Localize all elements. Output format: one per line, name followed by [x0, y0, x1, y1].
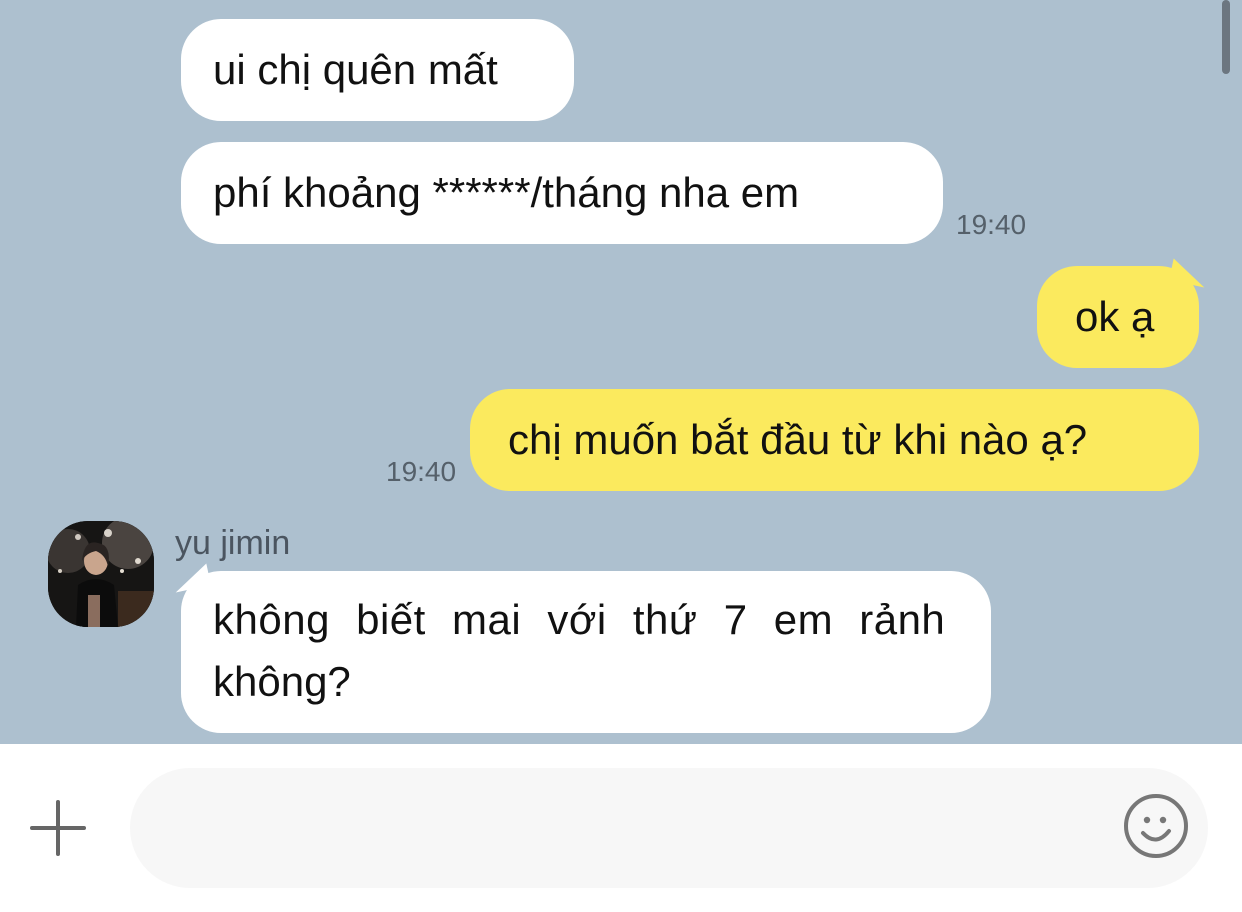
message-input[interactable]: [130, 768, 1208, 888]
message-bubble-incoming[interactable]: phí khoảng ******/tháng nha em: [181, 142, 943, 244]
message-time: 19:40: [386, 456, 457, 487]
sender-name: yu jimin: [175, 524, 291, 562]
avatar[interactable]: [48, 521, 154, 627]
scrollbar[interactable]: [1222, 0, 1230, 74]
message-text-line: không biết mai với thứ 7 em rảnh: [213, 596, 946, 643]
smiley-icon: [1124, 794, 1188, 858]
message-text: phí khoảng ******/tháng nha em: [213, 169, 800, 216]
attach-button[interactable]: [30, 800, 86, 856]
message-bubble-outgoing[interactable]: ok ạ: [1037, 258, 1209, 368]
message-text-line: không?: [213, 658, 351, 705]
message-bubble-incoming[interactable]: ui chị quên mất: [181, 19, 574, 121]
avatar-photo: [48, 521, 154, 627]
chat-area[interactable]: ui chị quên mất phí khoảng ******/tháng …: [0, 0, 1242, 744]
bubble-tail: [1169, 258, 1209, 288]
plus-icon: [30, 800, 86, 856]
message-text: ok ạ: [1075, 293, 1155, 340]
message-text: chị muốn bắt đầu từ khi nào ạ?: [508, 416, 1088, 463]
message-bubble-outgoing[interactable]: chị muốn bắt đầu từ khi nào ạ?: [470, 389, 1199, 491]
bubble-tail: [171, 563, 211, 593]
message-time: 19:40: [956, 209, 1027, 240]
message-bubble-incoming[interactable]: không biết mai với thứ 7 em rảnh không?: [171, 563, 991, 733]
emoji-button[interactable]: [1123, 793, 1189, 859]
message-text: ui chị quên mất: [213, 46, 498, 93]
